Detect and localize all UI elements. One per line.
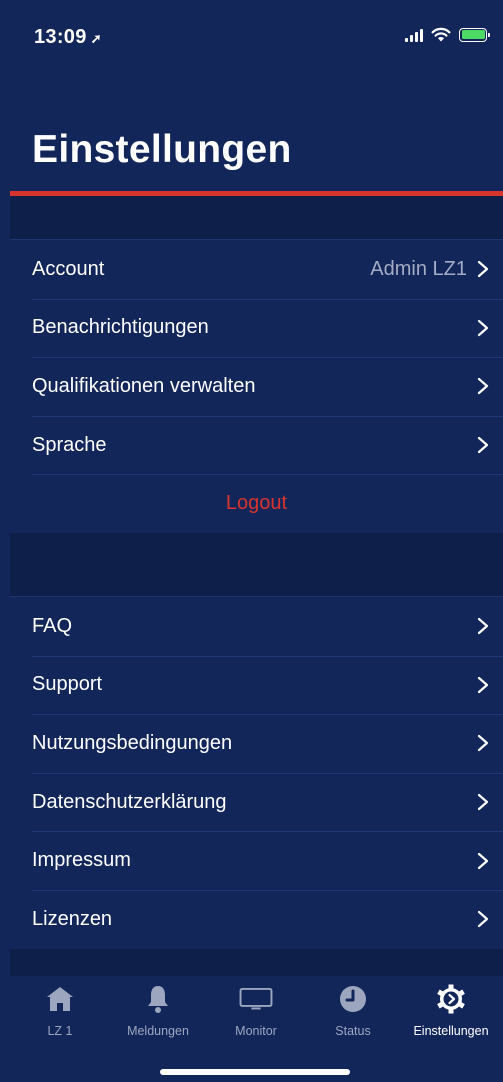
clock-icon — [336, 982, 370, 1016]
notifications-row[interactable]: Benachrichtigungen — [10, 298, 503, 358]
terms-label: Nutzungsbedingungen — [32, 731, 233, 754]
gear-icon — [434, 982, 468, 1016]
battery-icon — [459, 27, 490, 42]
home-icon — [43, 982, 77, 1016]
tab-monitor-label: Monitor — [235, 1024, 277, 1038]
support-row[interactable]: Support — [10, 655, 503, 715]
chevron-right-icon — [477, 793, 489, 811]
terms-row[interactable]: Nutzungsbedingungen — [10, 714, 503, 773]
chevron-right-icon — [477, 618, 489, 635]
tab-lz1-label: LZ 1 — [47, 1024, 73, 1038]
page-title: Einstellungen — [32, 128, 292, 171]
account-label: Account — [32, 257, 105, 280]
section-spacer-top — [10, 196, 503, 239]
logout-button[interactable]: Logout — [10, 474, 503, 533]
tab-status-label: Status — [335, 1024, 371, 1038]
chevron-right-icon — [477, 676, 489, 693]
section-spacer-bottom — [10, 949, 503, 976]
status-bar: 13:09 ➚ — [0, 0, 503, 88]
privacy-row[interactable]: Datenschutzerklärung — [10, 772, 503, 832]
chevron-right-icon — [477, 436, 489, 454]
chevron-right-icon — [477, 378, 489, 395]
licenses-label: Lizenzen — [32, 907, 113, 930]
account-row[interactable]: Account Admin LZ1 — [10, 240, 503, 299]
monitor-icon — [239, 982, 273, 1016]
status-time-text: 13:09 — [34, 26, 87, 48]
info-group: FAQ Support Nutzungsbedingungen Datensch… — [10, 596, 503, 950]
imprint-label: Impressum — [32, 849, 131, 872]
account-value: Admin LZ1 — [370, 257, 467, 280]
licenses-row[interactable]: Lizenzen — [10, 889, 503, 949]
language-row[interactable]: Sprache — [10, 415, 503, 475]
faq-label: FAQ — [32, 614, 73, 637]
tab-meldungen[interactable]: Meldungen — [110, 982, 206, 1038]
tab-einstellungen[interactable]: Einstellungen — [403, 982, 499, 1038]
notifications-label: Benachrichtigungen — [32, 316, 209, 339]
status-icons — [405, 27, 490, 42]
chevron-right-icon — [477, 319, 489, 336]
logout-label: Logout — [225, 492, 288, 515]
qualifications-row[interactable]: Qualifikationen verwalten — [10, 357, 503, 416]
home-indicator — [160, 1069, 350, 1075]
tab-status[interactable]: Status — [305, 982, 401, 1038]
tab-monitor[interactable]: Monitor — [208, 982, 304, 1038]
chevron-right-icon — [477, 261, 489, 278]
status-time: 13:09 ➚ — [34, 26, 102, 49]
chevron-right-icon — [477, 911, 489, 928]
bell-icon — [141, 982, 175, 1016]
tab-bar: LZ 1 Meldungen Monitor Status Einstellun… — [10, 976, 503, 1082]
location-arrow-icon: ➚ — [90, 31, 102, 46]
tab-lz1[interactable]: LZ 1 — [12, 982, 108, 1038]
support-label: Support — [32, 673, 103, 696]
chevron-right-icon — [477, 735, 489, 752]
chevron-right-icon — [477, 852, 489, 869]
tab-einstellungen-label: Einstellungen — [413, 1024, 489, 1038]
wifi-icon — [431, 27, 451, 42]
privacy-label: Datenschutzerklärung — [32, 790, 227, 813]
account-settings-group: Account Admin LZ1 Benachrichtigungen Qua… — [10, 239, 503, 534]
qualifications-label: Qualifikationen verwalten — [32, 374, 256, 397]
section-spacer-middle — [10, 533, 503, 596]
tab-meldungen-label: Meldungen — [127, 1024, 189, 1038]
language-label: Sprache — [32, 433, 107, 456]
cellular-signal-icon — [405, 28, 423, 42]
faq-row[interactable]: FAQ — [10, 597, 503, 656]
imprint-row[interactable]: Impressum — [10, 831, 503, 890]
